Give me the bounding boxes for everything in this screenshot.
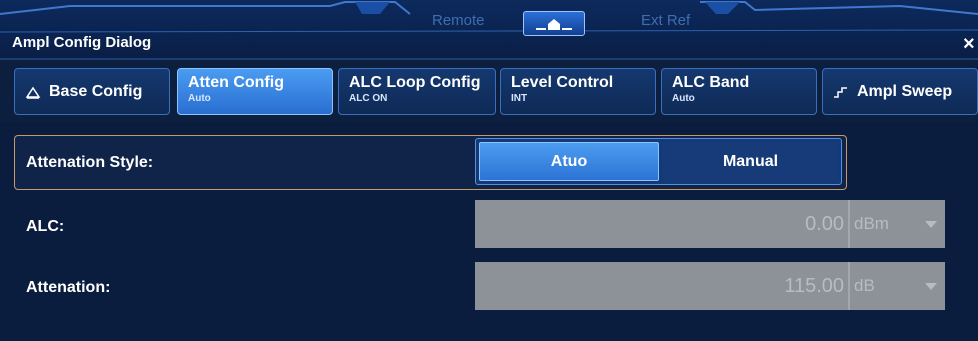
tab-label: Base Config	[49, 83, 143, 100]
sweep-icon	[834, 86, 847, 98]
tab-base-config[interactable]: Base Config	[14, 68, 170, 115]
tab-level-control[interactable]: Level Control INT	[500, 68, 656, 115]
tab-sublabel: Auto	[188, 93, 211, 104]
tab-sublabel: INT	[511, 93, 528, 104]
tab-label: ALC Loop Config	[349, 74, 481, 91]
status-bar-frame	[0, 0, 978, 60]
tab-atten-config[interactable]: Atten Config Auto	[177, 68, 333, 115]
tab-label: Ampl Sweep	[857, 83, 953, 100]
ext-ref-status: Ext Ref	[641, 12, 691, 29]
triangle-icon	[25, 86, 41, 99]
remote-status: Remote	[432, 12, 485, 29]
tab-label: Atten Config	[188, 74, 284, 91]
attenuation-style-toggle: Atuo Manual	[475, 138, 842, 185]
dialog-content: Attenation Style: Atuo Manual ALC: 0.00 …	[0, 122, 978, 341]
tab-alc-band[interactable]: ALC Band Auto	[661, 68, 817, 115]
tab-label: ALC Band	[672, 74, 750, 91]
tab-ampl-sweep[interactable]: Ampl Sweep	[822, 68, 978, 115]
attenuation-unit-label: dB	[854, 276, 875, 295]
attenuation-unit-select[interactable]: dB	[848, 262, 945, 310]
tab-sublabel: ALC ON	[349, 93, 388, 104]
auto-option-button[interactable]: Atuo	[479, 142, 659, 181]
tab-alc-loop-config[interactable]: ALC Loop Config ALC ON	[338, 68, 496, 115]
status-bar: Remote Ext Ref Ampl Config Dialog ×	[0, 0, 978, 60]
attenuation-label: Attenation:	[26, 279, 111, 296]
attenuation-value-field[interactable]: 115.00	[475, 262, 848, 310]
dialog-title: Ampl Config Dialog	[12, 34, 152, 51]
tab-label: Level Control	[511, 74, 614, 91]
manual-option-button[interactable]: Manual	[662, 142, 839, 181]
alc-unit-label: dBm	[854, 214, 889, 233]
close-button[interactable]: ×	[963, 33, 975, 56]
tab-bar: Base Config Atten Config Auto ALC Loop C…	[0, 60, 978, 122]
chevron-down-icon	[925, 283, 937, 290]
alc-unit-select[interactable]: dBm	[848, 200, 945, 248]
tab-sublabel: Auto	[672, 93, 695, 104]
alc-label: ALC:	[26, 218, 65, 235]
chevron-down-icon	[925, 221, 937, 228]
home-icon	[536, 18, 572, 30]
alc-value-field[interactable]: 0.00	[475, 200, 848, 248]
home-button[interactable]	[523, 11, 585, 36]
attenuation-style-label: Attenation Style:	[26, 154, 154, 171]
